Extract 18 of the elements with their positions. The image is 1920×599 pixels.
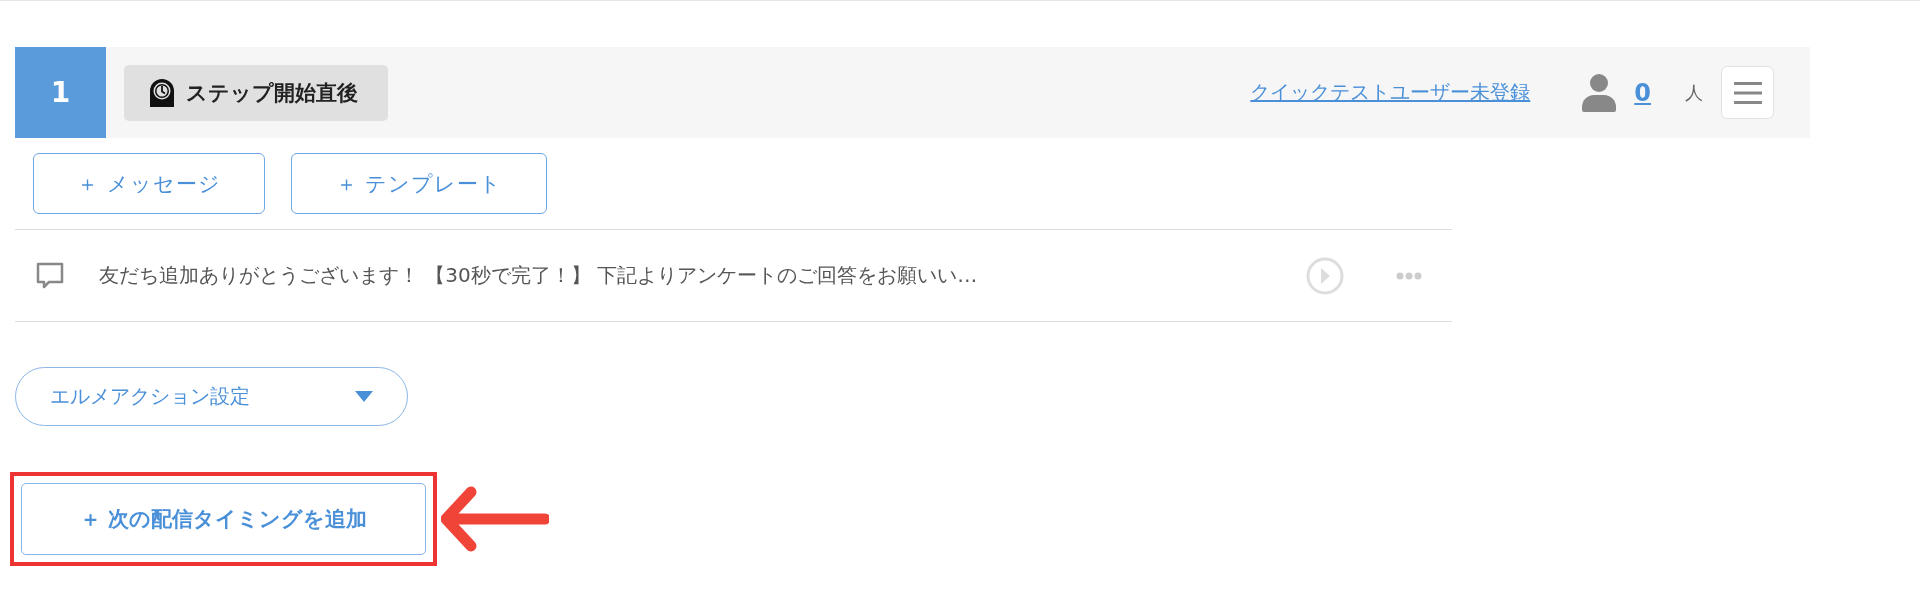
add-content-button[interactable]: ＋ メッセージ [33, 153, 265, 214]
clock-icon [150, 78, 174, 107]
speech-bubble-icon [35, 260, 65, 291]
message-text: 友だち追加ありがとうございます！ 【30秒で完了！】 下記よりアンケートのご回答をお願いい… [99, 262, 978, 289]
timing-label: ステップ開始直後 [186, 79, 358, 107]
add-content-button[interactable]: ＋ テンプレート [291, 153, 547, 214]
caret-icon [355, 391, 373, 402]
menu-button[interactable] [1721, 66, 1774, 119]
add-timing-button[interactable]: ＋ 次の配信タイミングを追加 [21, 483, 426, 555]
step-number: 1 [15, 47, 106, 138]
count-unit: 人 [1685, 80, 1703, 105]
user-count-link[interactable]: 0 [1634, 78, 1657, 107]
person-icon [1582, 73, 1617, 112]
more-icon[interactable] [1396, 271, 1422, 280]
menu-icon [1733, 81, 1762, 104]
action-dropdown[interactable]: エルメアクション設定 [15, 367, 408, 426]
test-user-link[interactable]: クイックテストユーザー未登録 [1250, 79, 1531, 106]
play-icon[interactable] [1306, 256, 1344, 295]
